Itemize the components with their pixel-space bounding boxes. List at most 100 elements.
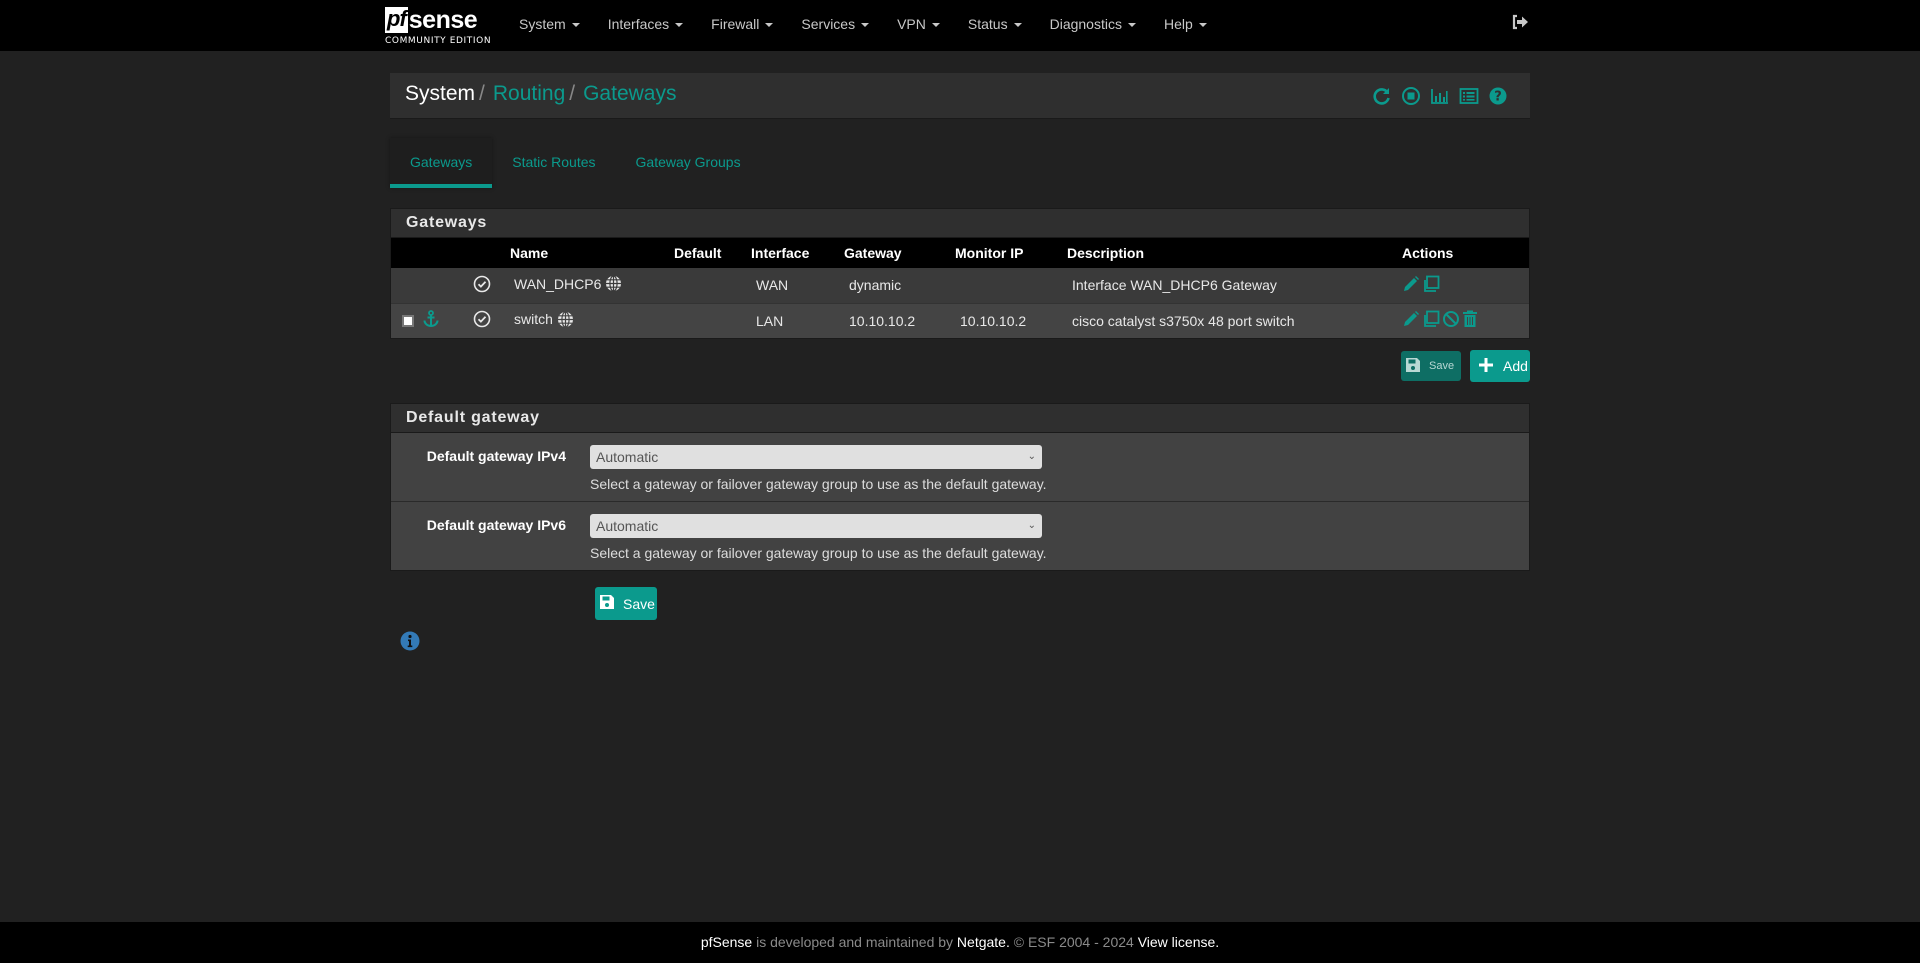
svg-text:?: ? — [1494, 90, 1502, 105]
breadcrumb-separator: / — [569, 82, 576, 105]
pfsense-logo[interactable]: pf sense COMMUNITY EDITION — [385, 5, 493, 47]
copy-icon[interactable] — [1422, 275, 1440, 296]
col-interface[interactable]: Interface — [746, 238, 839, 268]
default-gateway-panel: Default gateway Default gateway IPv4 Aut… — [390, 403, 1530, 571]
menu-label: Diagnostics — [1049, 16, 1122, 32]
footer: pfSense is developed and maintained by N… — [0, 922, 1920, 963]
edit-pencil-icon[interactable] — [1402, 275, 1420, 296]
col-description[interactable]: Description — [1062, 238, 1397, 268]
menu-label: Status — [967, 16, 1008, 32]
logo-sense: sense — [408, 6, 478, 34]
save-disk-icon — [1405, 357, 1421, 376]
default-gateway-ipv4-select[interactable]: Automatic ⌄ — [590, 445, 1042, 469]
col-actions: Actions — [1397, 238, 1529, 268]
add-gateway-button[interactable]: Add — [1470, 350, 1530, 382]
save-order-button[interactable]: Save — [1401, 351, 1461, 381]
save-disk-icon — [599, 594, 615, 613]
row-default-cell — [669, 268, 746, 303]
view-license-link[interactable]: View license. — [1138, 934, 1219, 950]
breadcrumb-separator: / — [479, 82, 485, 105]
info-icon[interactable] — [400, 631, 420, 651]
tab-bar: Gateways Static Routes Gateway Groups — [390, 138, 761, 188]
menu-firewall[interactable]: Firewall — [697, 0, 787, 48]
footer-text: is developed and maintained by — [752, 934, 957, 950]
col-gateway[interactable]: Gateway — [839, 238, 950, 268]
plus-icon — [1478, 357, 1494, 376]
disable-ban-icon[interactable] — [1442, 310, 1460, 331]
tab-static-routes[interactable]: Static Routes — [492, 138, 615, 188]
footer-brand: pfSense — [700, 934, 753, 950]
ipv6-help-text: Select a gateway or failover gateway gro… — [590, 545, 1047, 561]
menu-interfaces[interactable]: Interfaces — [594, 0, 697, 48]
gateways-table: Name Default Interface Gateway Monitor I… — [391, 238, 1529, 338]
anchor-icon[interactable] — [422, 310, 440, 331]
col-select — [391, 238, 451, 268]
caret-down-icon — [861, 23, 870, 28]
breadcrumb-routing[interactable]: Routing — [493, 82, 565, 106]
caret-down-icon — [1013, 23, 1022, 28]
delete-trash-icon[interactable] — [1462, 310, 1478, 331]
col-status — [451, 238, 505, 268]
help-icon[interactable]: ? — [1488, 86, 1508, 106]
top-navbar: pf sense COMMUNITY EDITION System Interf… — [0, 0, 1920, 51]
globe-icon — [557, 311, 574, 331]
ipv4-label: Default gateway IPv4 — [426, 448, 566, 464]
caret-down-icon — [675, 23, 684, 28]
stop-service-icon[interactable] — [1401, 86, 1421, 106]
row-actions-cell — [1397, 302, 1529, 338]
ipv6-selected-value: Automatic — [596, 518, 659, 534]
col-name[interactable]: Name — [505, 238, 669, 268]
menu-label: VPN — [897, 16, 926, 32]
page-header: System / Routing / Gateways ? — [390, 73, 1530, 119]
col-monitor-ip[interactable]: Monitor IP — [950, 238, 1062, 268]
main-menu: System Interfaces Firewall Services VPN … — [505, 0, 1221, 51]
menu-vpn[interactable]: VPN — [883, 0, 954, 48]
status-chart-icon[interactable] — [1430, 86, 1450, 106]
check-circle-icon — [473, 310, 491, 331]
menu-status[interactable]: Status — [954, 0, 1036, 48]
logout-icon[interactable] — [1511, 14, 1531, 34]
menu-label: Firewall — [711, 16, 760, 32]
form-row-ipv6: Default gateway IPv6 Automatic ⌄ Select … — [391, 502, 1529, 570]
save-button[interactable]: Save — [595, 587, 657, 620]
copy-icon[interactable] — [1422, 310, 1440, 331]
table-row: WAN_DHCP6 WAN dynamic Interface WAN_DHCP… — [391, 268, 1529, 303]
caret-down-icon — [765, 23, 774, 28]
save-label: Save — [623, 595, 655, 612]
netgate-link[interactable]: Netgate. — [957, 934, 1010, 950]
gateways-panel-title: Gateways — [391, 209, 1529, 238]
menu-label: Interfaces — [607, 16, 670, 32]
menu-services[interactable]: Services — [787, 0, 883, 48]
table-header-row: Name Default Interface Gateway Monitor I… — [391, 238, 1529, 268]
row-monitor-ip-cell — [950, 268, 1062, 303]
row-actions-cell — [1397, 268, 1529, 303]
row-description-cell: cisco catalyst s3750x 48 port switch — [1062, 302, 1397, 338]
footer-copyright: © ESF 2004 - 2024 — [1009, 934, 1138, 950]
default-gateway-panel-title: Default gateway — [391, 404, 1529, 433]
tab-gateways[interactable]: Gateways — [390, 138, 493, 188]
row-interface-cell: WAN — [746, 268, 839, 303]
globe-icon — [605, 275, 622, 295]
breadcrumb-gateways[interactable]: Gateways — [583, 82, 676, 106]
row-checkbox[interactable] — [402, 314, 414, 327]
row-description-cell: Interface WAN_DHCP6 Gateway — [1062, 268, 1397, 303]
default-gateway-ipv6-select[interactable]: Automatic ⌄ — [590, 514, 1042, 538]
tab-gateway-groups[interactable]: Gateway Groups — [616, 138, 761, 188]
log-list-icon[interactable] — [1459, 86, 1479, 106]
reload-icon[interactable] — [1372, 86, 1392, 106]
header-shortcuts: ? — [1372, 86, 1508, 106]
ipv6-label: Default gateway IPv6 — [426, 517, 566, 533]
row-name-cell: switch — [505, 302, 669, 338]
col-default[interactable]: Default — [669, 238, 746, 268]
menu-diagnostics[interactable]: Diagnostics — [1036, 0, 1150, 48]
menu-help[interactable]: Help — [1150, 0, 1221, 48]
caret-down-icon — [931, 23, 940, 28]
caret-down-icon — [571, 23, 580, 28]
edit-pencil-icon[interactable] — [1402, 310, 1420, 331]
row-status-cell — [451, 268, 505, 303]
breadcrumb: System / Routing / Gateways — [405, 82, 676, 106]
ipv4-selected-value: Automatic — [596, 449, 659, 465]
chevron-down-icon: ⌄ — [1027, 451, 1036, 462]
menu-system[interactable]: System — [505, 0, 594, 48]
ipv4-help-text: Select a gateway or failover gateway gro… — [590, 476, 1047, 492]
